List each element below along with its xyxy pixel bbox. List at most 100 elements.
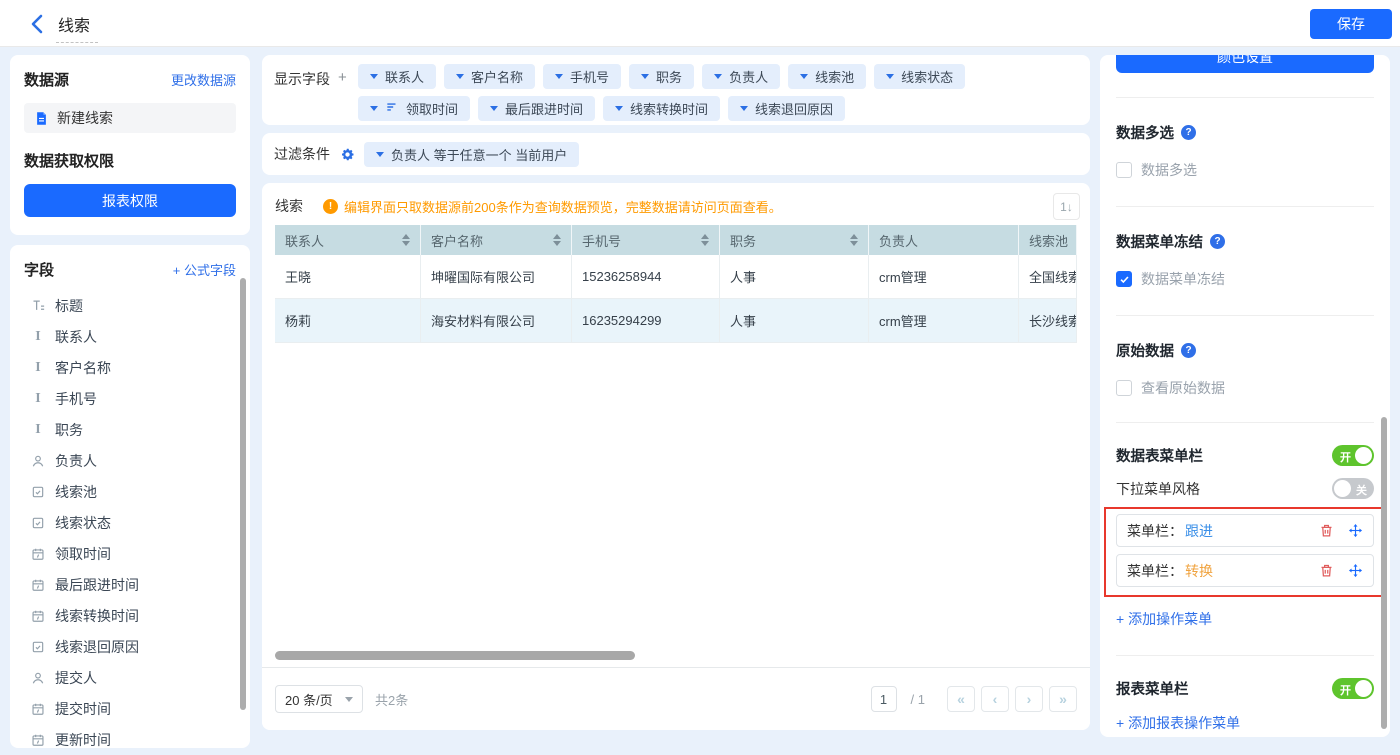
menu-item-value[interactable]: 跟进 [1185, 521, 1213, 541]
page-title[interactable]: 线索 [56, 12, 98, 43]
field-chip[interactable]: 职务 [629, 64, 694, 89]
field-item[interactable]: 更新时间 [24, 724, 236, 748]
column-header[interactable]: 线索池 [1019, 225, 1077, 255]
back-icon[interactable] [26, 12, 50, 36]
move-icon[interactable] [1347, 563, 1363, 579]
checkbox-unchecked[interactable] [1116, 162, 1132, 178]
menu-bar-item[interactable]: 菜单栏： 跟进 [1116, 514, 1374, 547]
add-action-menu-link[interactable]: + 添加操作菜单 [1116, 609, 1374, 629]
sort-carets-icon[interactable] [701, 234, 709, 246]
field-item[interactable]: 线索池 [24, 476, 236, 507]
field-item[interactable]: I 职务 [24, 414, 236, 445]
field-chip[interactable]: 线索池 [788, 64, 866, 89]
page-size-select[interactable]: 20 条/页 [275, 685, 363, 713]
chevron-down-icon[interactable] [740, 106, 748, 111]
chevron-down-icon[interactable] [370, 74, 378, 79]
chevron-down-icon[interactable] [376, 152, 384, 157]
chevron-down-icon[interactable] [714, 74, 722, 79]
dropdown-style-toggle[interactable]: 关 [1332, 478, 1374, 499]
field-chip[interactable]: 线索转换时间 [603, 96, 720, 121]
field-list: 标题 I 联系人 I 客户名称 I 手机号 I 职务 负责人 线索池 线索状态 [24, 290, 236, 748]
chevron-down-icon[interactable] [456, 74, 464, 79]
checkbox-checked[interactable] [1116, 271, 1132, 287]
gear-icon[interactable] [339, 146, 355, 162]
help-icon[interactable]: ? [1181, 343, 1196, 358]
report-permission-button[interactable]: 报表权限 [24, 184, 236, 217]
total-pages-label: / 1 [911, 692, 925, 707]
chevron-down-icon[interactable] [615, 106, 623, 111]
field-chip[interactable]: 线索退回原因 [728, 96, 845, 121]
raw-data-checkbox-row[interactable]: 查看原始数据 [1116, 378, 1374, 398]
menu-item-value[interactable]: 转换 [1185, 561, 1213, 581]
column-header[interactable]: 职务 [720, 225, 869, 255]
date-icon [30, 608, 46, 624]
field-chip[interactable]: 客户名称 [444, 64, 535, 89]
field-chip[interactable]: 联系人 [358, 64, 436, 89]
chevron-down-icon[interactable] [555, 74, 563, 79]
field-item[interactable]: 提交时间 [24, 693, 236, 724]
table-row[interactable]: 杨莉 海安材料有限公司 16235294299 人事 crm管理 长沙线索池 [275, 299, 1077, 343]
next-page-button[interactable]: › [1015, 686, 1043, 712]
sort-carets-icon[interactable] [402, 234, 410, 246]
horizontal-scrollbar[interactable] [275, 651, 635, 660]
table-menu-toggle[interactable]: 开 [1332, 445, 1374, 466]
field-item[interactable]: I 客户名称 [24, 352, 236, 383]
field-chip-sorted[interactable]: 领取时间 [358, 96, 470, 121]
multi-select-checkbox-row[interactable]: 数据多选 [1116, 160, 1374, 180]
sort-carets-icon[interactable] [553, 234, 561, 246]
field-item[interactable]: 线索状态 [24, 507, 236, 538]
field-item[interactable]: 负责人 [24, 445, 236, 476]
trash-icon[interactable] [1318, 563, 1334, 579]
help-icon[interactable]: ? [1181, 125, 1196, 140]
color-settings-button[interactable]: 颜色设置 [1116, 55, 1374, 73]
chevron-down-icon[interactable] [370, 106, 378, 111]
field-item[interactable]: 提交人 [24, 662, 236, 693]
field-item[interactable]: 领取时间 [24, 538, 236, 569]
field-chip[interactable]: 线索状态 [874, 64, 965, 89]
page-size-value: 20 条/页 [285, 690, 333, 709]
change-datasource-link[interactable]: 更改数据源 [171, 70, 236, 89]
checkbox-unchecked[interactable] [1116, 380, 1132, 396]
total-count: 共2条 [375, 690, 408, 709]
add-display-field-button[interactable]: + [338, 69, 347, 116]
add-formula-field-link[interactable]: + 公式字段 [173, 260, 236, 279]
menu-bar-item[interactable]: 菜单栏： 转换 [1116, 554, 1374, 587]
field-chip[interactable]: 负责人 [702, 64, 780, 89]
move-icon[interactable] [1347, 523, 1363, 539]
first-page-button[interactable]: « [947, 686, 975, 712]
column-header[interactable]: 客户名称 [421, 225, 572, 255]
field-item[interactable]: 标题 [24, 290, 236, 321]
fields-scrollbar[interactable] [240, 278, 246, 710]
sort-carets-icon[interactable] [850, 234, 858, 246]
trash-icon[interactable] [1318, 523, 1334, 539]
field-item[interactable]: 线索转换时间 [24, 600, 236, 631]
last-page-button[interactable]: » [1049, 686, 1077, 712]
report-menu-toggle[interactable]: 开 [1332, 678, 1374, 699]
field-label: 领取时间 [55, 544, 111, 564]
save-button[interactable]: 保存 [1310, 9, 1392, 39]
field-item[interactable]: 最后跟进时间 [24, 569, 236, 600]
table-row[interactable]: 王晓 坤曜国际有限公司 15236258944 人事 crm管理 全国线索池 [275, 255, 1077, 299]
add-report-action-menu-link[interactable]: + 添加报表操作菜单 [1116, 713, 1374, 733]
field-item[interactable]: I 手机号 [24, 383, 236, 414]
column-header[interactable]: 负责人 [869, 225, 1019, 255]
column-header[interactable]: 手机号 [572, 225, 720, 255]
prev-page-button[interactable]: ‹ [981, 686, 1009, 712]
chevron-down-icon[interactable] [490, 106, 498, 111]
chevron-down-icon[interactable] [641, 74, 649, 79]
chevron-down-icon[interactable] [800, 74, 808, 79]
chevron-down-icon[interactable] [886, 74, 894, 79]
field-item[interactable]: I 联系人 [24, 321, 236, 352]
field-item[interactable]: 线索退回原因 [24, 631, 236, 662]
field-label: 标题 [55, 296, 83, 316]
current-page-input[interactable]: 1 [871, 686, 897, 712]
help-icon[interactable]: ? [1210, 234, 1225, 249]
field-chip[interactable]: 最后跟进时间 [478, 96, 595, 121]
column-header[interactable]: 联系人 [275, 225, 421, 255]
settings-scrollbar[interactable] [1381, 417, 1387, 729]
sort-order-icon[interactable]: 1↓ [1053, 193, 1080, 220]
datasource-item[interactable]: 新建线索 [24, 103, 236, 133]
menu-freeze-checkbox-row[interactable]: 数据菜单冻结 [1116, 269, 1374, 289]
filter-condition-chip[interactable]: 负责人 等于任意一个 当前用户 [364, 142, 579, 167]
field-chip[interactable]: 手机号 [543, 64, 621, 89]
